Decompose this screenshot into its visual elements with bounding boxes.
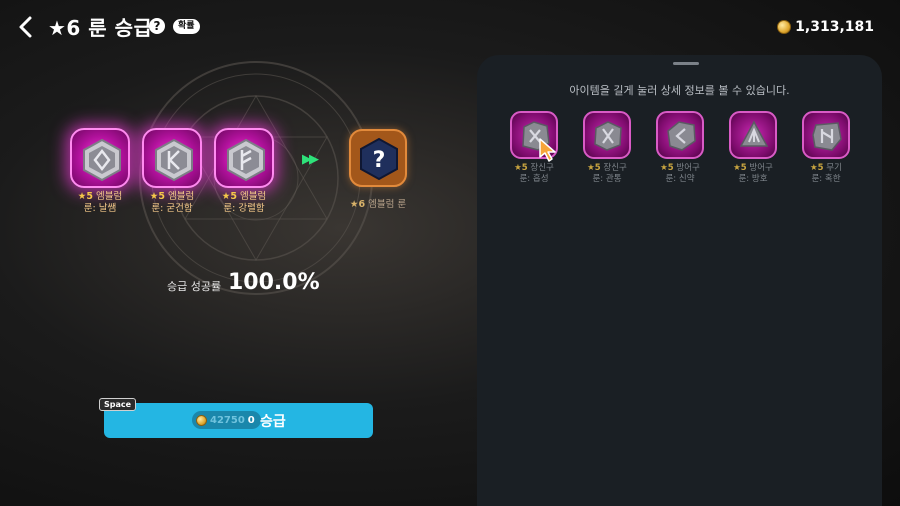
- page-title: ★6 룬 승급: [48, 16, 153, 40]
- currency-amount: 1,313,181: [795, 19, 874, 35]
- inventory-item-2[interactable]: [583, 111, 631, 159]
- hand-cursor-icon: [539, 138, 556, 162]
- material-slot-2[interactable]: [142, 128, 202, 188]
- inventory-item-3[interactable]: [656, 111, 704, 159]
- back-arrow-icon[interactable]: [14, 14, 40, 40]
- success-rate-caption: 승급 성공률: [167, 280, 222, 293]
- success-rate-value: 100.0%: [228, 270, 320, 295]
- material-label-3: ★5 엠블럼 룬: 강렬함: [221, 191, 267, 214]
- inventory-hint: 아이템을 길게 눌러 상세 정보를 볼 수 있습니다.: [569, 84, 790, 97]
- inventory-label-2: ★5 장신구 룬: 관통: [587, 163, 627, 184]
- result-label: ★6 엠블럼 룬: [349, 199, 407, 210]
- rune-stone-icon: [667, 121, 696, 151]
- coin-icon: [196, 414, 207, 426]
- result-slot[interactable]: ?: [349, 129, 407, 187]
- rune-stone-icon: [739, 120, 769, 147]
- material-slot-3[interactable]: [214, 128, 274, 188]
- upgrade-button[interactable]: 42750 0 승급: [104, 403, 373, 438]
- material-label-2: ★5 엠블럼 룬: 굳건함: [149, 191, 195, 214]
- inventory-label-4: ★5 방어구 룬: 방호: [733, 163, 773, 184]
- rune-stone-icon: [812, 122, 842, 151]
- help-icon[interactable]: ?: [149, 18, 165, 34]
- top-bar: ★6 룬 승급 ? 확률 1,313,181: [0, 0, 900, 56]
- hotkey-badge: Space: [99, 398, 137, 411]
- coin-icon: [777, 20, 792, 34]
- inventory-label-1: ★5 장신구 룬: 흡성: [514, 163, 554, 184]
- probability-button[interactable]: 확률: [173, 19, 200, 34]
- inventory-item-5[interactable]: [802, 111, 850, 159]
- cost-required: 42750: [210, 414, 245, 426]
- material-slot-1[interactable]: [70, 128, 130, 188]
- drag-handle[interactable]: [673, 62, 699, 65]
- cost-pill: 42750 0: [192, 411, 261, 429]
- cost-have: 0: [247, 414, 255, 426]
- question-hex-icon: ?: [360, 137, 398, 181]
- svg-text:?: ?: [373, 148, 386, 173]
- currency-display: 1,313,181: [777, 18, 874, 36]
- inventory-label-5: ★5 무기 룬: 혹한: [810, 163, 842, 184]
- inventory-item-4[interactable]: [729, 111, 777, 159]
- rune-gem-icon: [227, 138, 265, 182]
- rune-gem-icon: [155, 138, 193, 182]
- rune-stone-icon: [594, 121, 622, 151]
- material-label-1: ★5 엠블럼 룬: 날쌤: [77, 191, 123, 214]
- rune-gem-icon: [83, 138, 121, 182]
- fast-forward-icon: ▶▶: [302, 152, 319, 167]
- inventory-panel: 아이템을 길게 눌러 상세 정보를 볼 수 있습니다. ★5 장신구 룬: 흡성…: [477, 55, 882, 506]
- inventory-label-3: ★5 방어구 룬: 신약: [660, 163, 700, 184]
- upgrade-label: 승급: [260, 414, 286, 430]
